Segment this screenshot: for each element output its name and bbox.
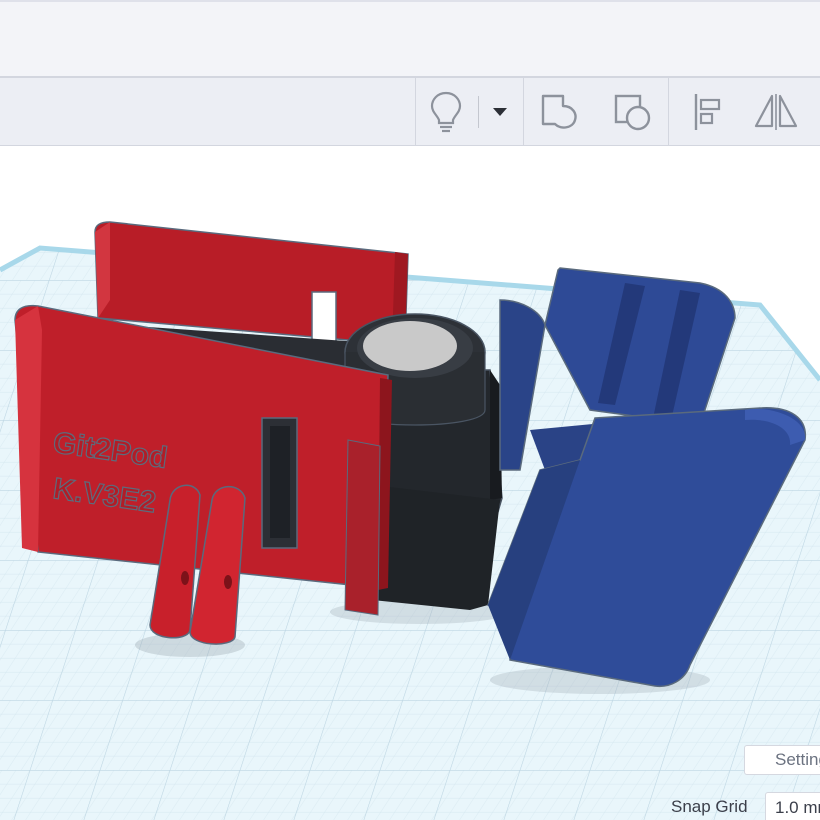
notes-button[interactable] bbox=[420, 88, 472, 136]
top-bar bbox=[0, 0, 820, 76]
lightbulb-icon bbox=[429, 90, 463, 134]
toolbar-separator bbox=[415, 78, 416, 146]
ungroup-icon bbox=[612, 92, 656, 132]
settings-button[interactable]: Settings bbox=[744, 745, 820, 775]
group-button[interactable] bbox=[535, 88, 587, 136]
snap-grid-label: Snap Grid bbox=[671, 797, 748, 816]
align-icon bbox=[686, 92, 726, 132]
toolbar bbox=[0, 76, 820, 146]
mirror-icon bbox=[752, 92, 800, 132]
group-icon bbox=[539, 92, 583, 132]
notes-dropdown-button[interactable] bbox=[474, 88, 526, 136]
snap-grid-select[interactable]: 1.0 mm bbox=[765, 792, 820, 820]
ungroup-button[interactable] bbox=[608, 88, 660, 136]
3d-viewport[interactable]: Git2Pod K.V3E2 Settings Snap Grid 1.0 mm bbox=[0, 147, 820, 820]
toolbar-separator bbox=[668, 78, 669, 146]
dropdown-caret-icon bbox=[492, 107, 508, 117]
toolbar-separator bbox=[523, 78, 524, 146]
workplane-scene: Git2Pod K.V3E2 bbox=[0, 221, 820, 820]
mirror-button[interactable] bbox=[750, 88, 802, 136]
align-button[interactable] bbox=[680, 88, 732, 136]
